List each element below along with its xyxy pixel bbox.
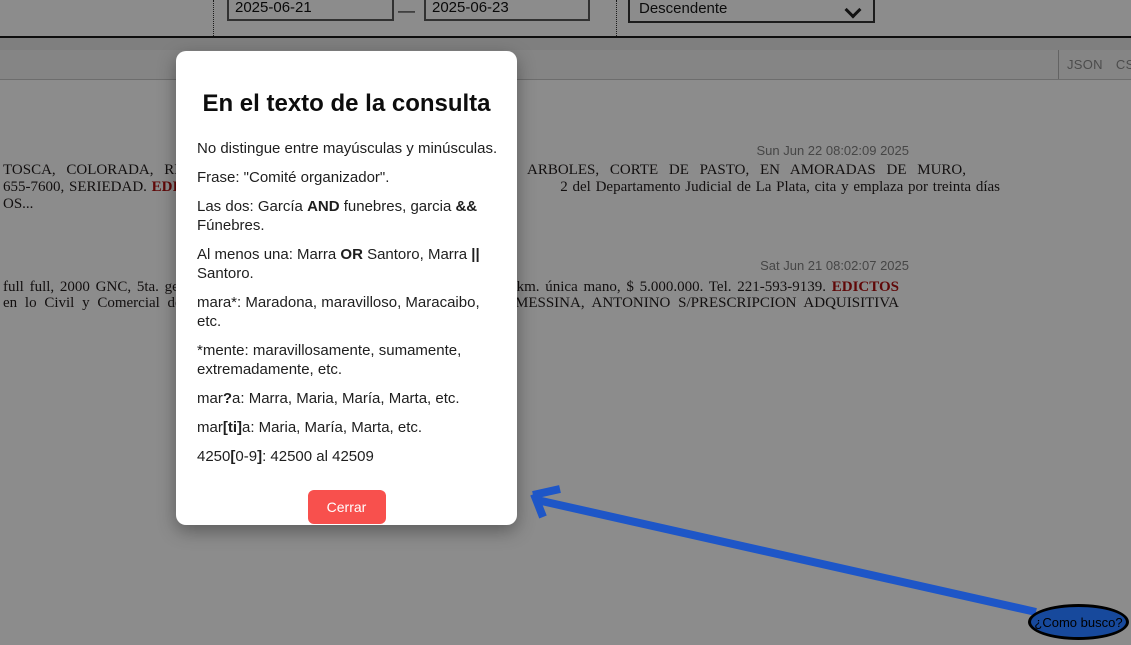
help-paragraph: mara*: Maradona, maravilloso, Maracaibo,… (197, 293, 498, 331)
page: — Descendente JSON CSV Sun Jun 22 08:02:… (0, 0, 1131, 645)
help-paragraph: Al menos una: Marra OR Santoro, Marra ||… (197, 245, 498, 283)
help-paragraph: mar[ti]a: Maria, María, Marta, etc. (197, 418, 498, 437)
modal-backdrop (0, 0, 1131, 645)
search-help-modal: En el texto de la consulta No distingue … (176, 51, 517, 525)
close-button[interactable]: Cerrar (308, 490, 386, 524)
help-paragraph: 4250[0-9]: 42500 al 42509 (197, 447, 498, 466)
help-paragraph: No distingue entre mayúsculas y minúscul… (197, 139, 498, 158)
modal-body: No distingue entre mayúsculas y minúscul… (197, 139, 498, 466)
help-paragraph: Frase: "Comité organizador". (197, 168, 498, 187)
help-paragraph: *mente: maravillosamente, sumamente, ext… (197, 341, 498, 379)
help-paragraph: mar?a: Marra, Maria, María, Marta, etc. (197, 389, 498, 408)
how-to-search-label: ¿Como busco? (1034, 615, 1122, 630)
how-to-search-button[interactable]: ¿Como busco? (1028, 604, 1129, 640)
help-paragraph: Las dos: García AND funebres, garcia && … (197, 197, 498, 235)
modal-title: En el texto de la consulta (176, 90, 517, 118)
